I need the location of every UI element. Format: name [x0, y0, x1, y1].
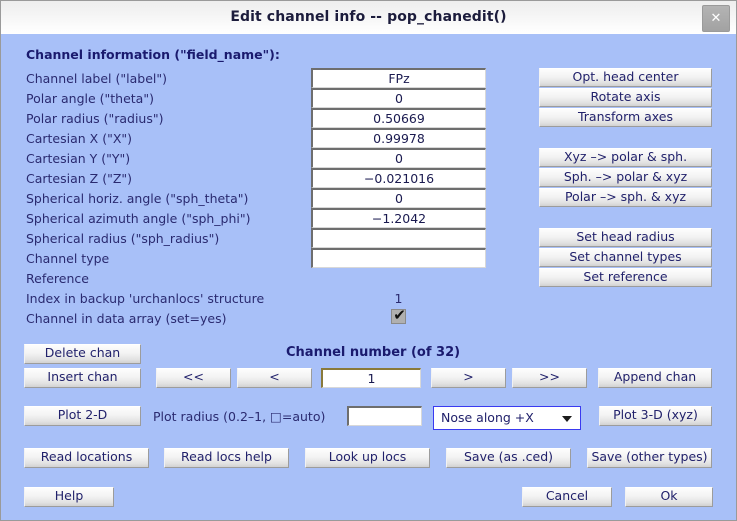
channel-in-data-array-checkbox[interactable]: ✔ — [391, 306, 406, 324]
nose-direction-value: Nose along +X — [441, 410, 534, 425]
plot-2d-button[interactable]: Plot 2-D — [24, 406, 141, 426]
dialog-window: Edit channel info -- pop_chanedit() ✕ Ch… — [0, 0, 737, 521]
help-button[interactable]: Help — [24, 487, 114, 507]
read-locations-label: Read locations — [40, 449, 133, 464]
sph-theta-input[interactable]: 0 — [311, 188, 486, 208]
field-label-sph-phi: Spherical azimuth angle ("sph_phi") — [26, 211, 251, 226]
channel-label-input[interactable]: FPz — [311, 68, 486, 88]
set-head-radius-label: Set head radius — [576, 229, 675, 244]
save-as-ced-button[interactable]: Save (as .ced) — [446, 448, 571, 468]
read-locations-button[interactable]: Read locations — [24, 448, 149, 468]
transform-axes-label: Transform axes — [577, 109, 674, 124]
sph-to-polar-xyz-button[interactable]: Sph. –> polar & xyz — [539, 168, 712, 187]
sph-to-polar-xyz-label: Sph. –> polar & xyz — [563, 169, 688, 184]
cartesian-z-input[interactable]: −0.021016 — [311, 168, 486, 188]
field-label-reference: Reference — [26, 271, 89, 286]
field-label-sph-theta: Spherical horiz. angle ("sph_theta") — [26, 191, 249, 206]
prev-chan-button[interactable]: < — [237, 368, 312, 388]
xyz-to-polar-sph-label: Xyz –> polar & sph. — [563, 149, 688, 164]
read-locs-help-button[interactable]: Read locs help — [164, 448, 289, 468]
close-icon[interactable]: ✕ — [702, 5, 730, 32]
set-reference-button[interactable]: Set reference — [539, 268, 712, 287]
help-label: Help — [54, 488, 84, 503]
plot-radius-label: Plot radius (0.2–1, □=auto) — [153, 409, 326, 424]
field-label-cartesian-y: Cartesian Y ("Y") — [26, 151, 131, 166]
save-other-types-button[interactable]: Save (other types) — [587, 448, 712, 468]
last-chan-label: >> — [539, 369, 560, 384]
cancel-button[interactable]: Cancel — [522, 487, 612, 507]
read-locs-help-label: Read locs help — [181, 449, 272, 464]
field-label-polar-angle: Polar angle ("theta") — [26, 91, 154, 106]
ok-button[interactable]: Ok — [625, 487, 713, 507]
append-chan-label: Append chan — [613, 369, 697, 384]
set-head-radius-button[interactable]: Set head radius — [539, 228, 712, 247]
plot-3d-button[interactable]: Plot 3-D (xyz) — [599, 406, 712, 426]
delete-chan-button[interactable]: Delete chan — [24, 344, 141, 364]
polar-radius-input[interactable]: 0.50669 — [311, 108, 486, 128]
channel-number-input[interactable]: 1 — [321, 368, 421, 388]
first-chan-button[interactable]: << — [156, 368, 231, 388]
prev-chan-label: < — [269, 369, 280, 384]
xyz-to-polar-sph-button[interactable]: Xyz –> polar & sph. — [539, 148, 712, 167]
cartesian-x-input[interactable]: 0.99978 — [311, 128, 486, 148]
check-icon: ✔ — [393, 306, 406, 324]
insert-chan-label: Insert chan — [47, 369, 118, 384]
field-label-cartesian-z: Cartesian Z ("Z") — [26, 171, 133, 186]
set-channel-types-button[interactable]: Set channel types — [539, 248, 712, 267]
plot-radius-input[interactable] — [347, 406, 422, 426]
section-heading: Channel information ("field_name"): — [26, 47, 280, 62]
field-label-polar-radius: Polar radius ("radius") — [26, 111, 164, 126]
opt-head-center-button[interactable]: Opt. head center — [539, 68, 712, 87]
channel-number-heading: Channel number (of 32) — [286, 345, 461, 360]
plot-3d-label: Plot 3-D (xyz) — [613, 407, 698, 422]
insert-chan-button[interactable]: Insert chan — [24, 368, 141, 388]
look-up-locs-button[interactable]: Look up locs — [305, 448, 430, 468]
next-chan-label: > — [463, 369, 474, 384]
rotate-axis-button[interactable]: Rotate axis — [539, 88, 712, 107]
last-chan-button[interactable]: >> — [512, 368, 587, 388]
plot-2d-label: Plot 2-D — [57, 407, 108, 422]
save-as-ced-label: Save (as .ced) — [463, 449, 554, 464]
delete-chan-label: Delete chan — [44, 345, 121, 360]
ok-label: Ok — [660, 488, 678, 503]
polar-to-sph-xyz-button[interactable]: Polar –> sph. & xyz — [539, 188, 712, 207]
rotate-axis-label: Rotate axis — [590, 89, 661, 104]
sph-phi-input[interactable]: −1.2042 — [311, 208, 486, 228]
opt-head-center-label: Opt. head center — [572, 69, 679, 84]
first-chan-label: << — [183, 369, 204, 384]
append-chan-button[interactable]: Append chan — [598, 368, 712, 388]
static-label-in-data-array: Channel in data array (set=yes) — [26, 311, 227, 326]
set-reference-label: Set reference — [583, 269, 668, 284]
field-label-channel-type: Channel type — [26, 251, 110, 266]
transform-axes-button[interactable]: Transform axes — [539, 108, 712, 127]
cartesian-y-input[interactable]: 0 — [311, 148, 486, 168]
cancel-label: Cancel — [545, 488, 589, 503]
set-channel-types-label: Set channel types — [569, 249, 682, 264]
window-title: Edit channel info -- pop_chanedit() — [230, 9, 507, 25]
next-chan-button[interactable]: > — [431, 368, 506, 388]
look-up-locs-label: Look up locs — [328, 449, 407, 464]
polar-angle-input[interactable]: 0 — [311, 88, 486, 108]
field-label-cartesian-x: Cartesian X ("X") — [26, 131, 133, 146]
chevron-down-icon — [562, 416, 572, 422]
field-label-channel-label: Channel label ("label") — [26, 71, 167, 86]
save-other-types-label: Save (other types) — [591, 449, 708, 464]
polar-to-sph-xyz-label: Polar –> sph. & xyz — [564, 189, 687, 204]
channel-type-input[interactable] — [311, 248, 486, 268]
dialog-content: Channel information ("field_name"): Chan… — [1, 34, 736, 520]
sph-radius-input[interactable] — [311, 228, 486, 248]
nose-direction-select[interactable]: Nose along +X — [433, 406, 581, 430]
backup-index-value: 1 — [394, 291, 403, 306]
field-label-sph-radius: Spherical radius ("sph_radius") — [26, 231, 220, 246]
static-label-backup-index: Index in backup 'urchanlocs' structure — [26, 291, 265, 306]
title-bar: Edit channel info -- pop_chanedit() ✕ — [1, 1, 736, 35]
